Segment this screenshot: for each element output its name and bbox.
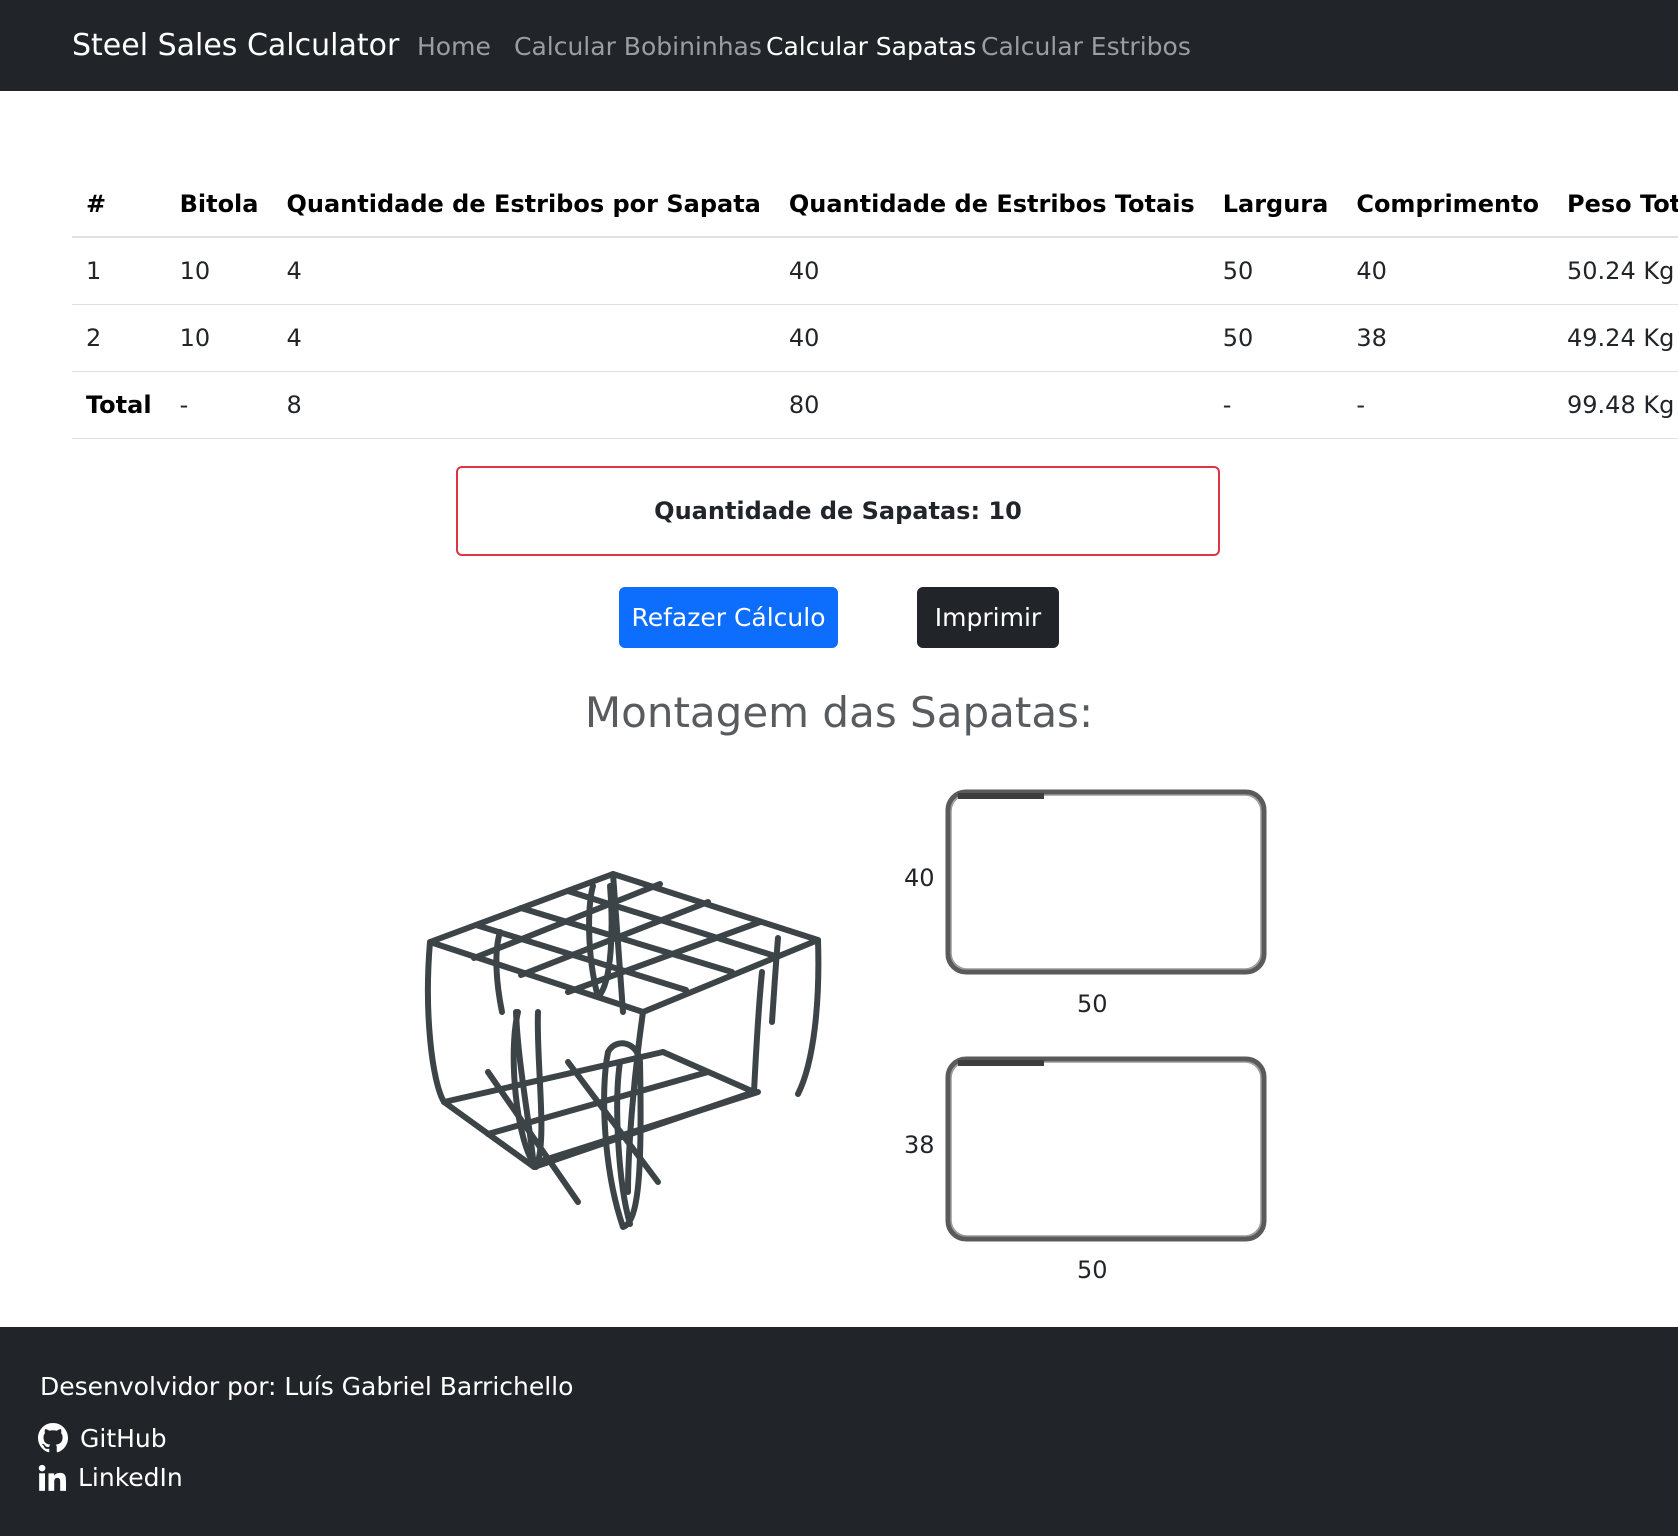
table-row: 1 10 4 40 50 40 50.24 Kg [72, 237, 1678, 305]
cell-comprimento: 40 [1342, 237, 1554, 305]
nav-link-calcular-estribos[interactable]: Calcular Estribos [981, 32, 1191, 61]
header-index: # [72, 172, 166, 238]
recalculate-button[interactable]: Refazer Cálculo [619, 587, 838, 648]
stirrup-2-width-label: 50 [1077, 1256, 1108, 1284]
cell-bitola: - [165, 371, 273, 439]
github-icon [38, 1423, 68, 1453]
cell-index: 1 [72, 237, 166, 305]
stirrup-shape-2 [945, 1056, 1267, 1242]
header-peso-total: Peso Total [1553, 172, 1678, 238]
linkedin-icon [38, 1464, 66, 1491]
cell-comprimento: - [1342, 371, 1554, 439]
rebar-cage-image [424, 871, 822, 1230]
cell-largura: 50 [1208, 237, 1343, 305]
linkedin-label: LinkedIn [78, 1463, 183, 1492]
navbar: Steel Sales Calculator Home Calcular Bob… [0, 0, 1678, 91]
header-bitola: Bitola [165, 172, 273, 238]
cell-peso-total: 99.48 Kg [1553, 371, 1678, 439]
github-label: GitHub [80, 1423, 167, 1453]
stirrup-1-width-label: 50 [1077, 990, 1108, 1018]
quantity-sapatas-box: Quantidade de Sapatas: 10 [456, 466, 1220, 556]
assembly-heading: Montagem das Sapatas: [584, 688, 1094, 737]
stirrup-shape-1 [945, 789, 1267, 975]
table-total-row: Total - 8 80 - - 99.48 Kg [72, 371, 1678, 439]
cell-peso-total: 50.24 Kg [1553, 237, 1678, 305]
print-button[interactable]: Imprimir [917, 587, 1059, 648]
header-estribos-por-sapata: Quantidade de Estribos por Sapata [272, 172, 775, 238]
cell-estribos-por-sapata: 4 [272, 237, 775, 305]
cell-estribos-totais: 80 [774, 371, 1209, 439]
cell-estribos-por-sapata: 8 [272, 371, 775, 439]
table-header-row: # Bitola Quantidade de Estribos por Sapa… [72, 172, 1678, 238]
nav-link-home[interactable]: Home [417, 32, 491, 61]
cell-largura: 50 [1208, 304, 1343, 372]
footer: Desenvolvidor por: Luís Gabriel Barriche… [0, 1327, 1678, 1536]
stirrup-2-height-label: 38 [904, 1131, 935, 1159]
header-estribos-totais: Quantidade de Estribos Totais [774, 172, 1209, 238]
nav-link-calcular-bobininhas[interactable]: Calcular Bobininhas [514, 32, 762, 61]
cell-estribos-totais: 40 [774, 237, 1209, 305]
results-table: # Bitola Quantidade de Estribos por Sapa… [72, 172, 1678, 439]
quantity-sapatas-text: Quantidade de Sapatas: 10 [654, 497, 1022, 525]
table-row: 2 10 4 40 50 38 49.24 Kg [72, 304, 1678, 372]
header-comprimento: Comprimento [1342, 172, 1554, 238]
cell-index: 2 [72, 304, 166, 372]
cell-bitola: 10 [165, 304, 273, 372]
github-link[interactable]: GitHub [38, 1423, 167, 1453]
header-largura: Largura [1208, 172, 1343, 238]
developer-credit: Desenvolvidor por: Luís Gabriel Barriche… [40, 1372, 574, 1401]
cell-total-label: Total [72, 371, 166, 439]
cell-largura: - [1208, 371, 1343, 439]
cell-comprimento: 38 [1342, 304, 1554, 372]
cell-estribos-totais: 40 [774, 304, 1209, 372]
cell-estribos-por-sapata: 4 [272, 304, 775, 372]
linkedin-link[interactable]: LinkedIn [38, 1463, 183, 1492]
stirrup-1-height-label: 40 [904, 864, 935, 892]
cell-peso-total: 49.24 Kg [1553, 304, 1678, 372]
brand-link[interactable]: Steel Sales Calculator [72, 28, 399, 63]
cell-bitola: 10 [165, 237, 273, 305]
nav-link-calcular-sapatas[interactable]: Calcular Sapatas [766, 32, 976, 61]
